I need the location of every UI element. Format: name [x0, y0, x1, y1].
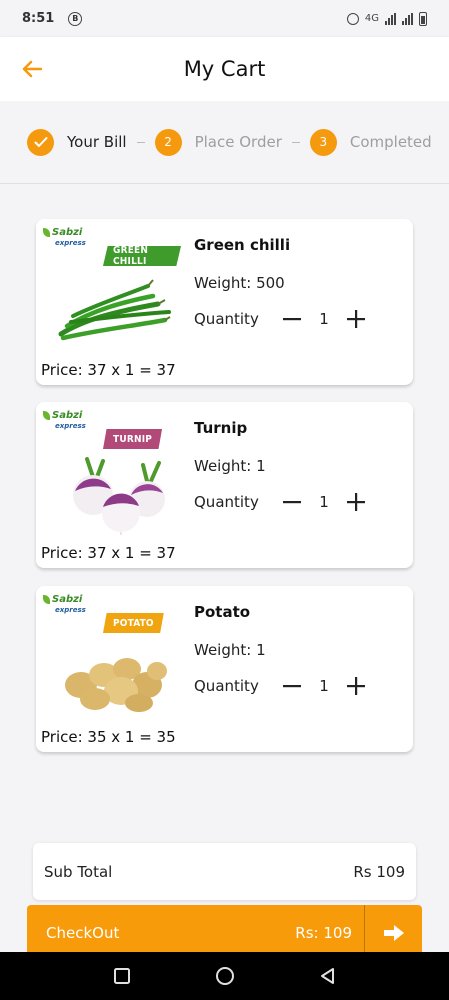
subtotal-label: Sub Total [44, 862, 113, 881]
item-weight: Weight: 500 [194, 274, 285, 292]
product-tag: TURNIP [103, 429, 163, 449]
plus-icon [347, 677, 365, 695]
alarm-icon [346, 12, 359, 25]
increase-quantity-button[interactable] [344, 491, 368, 513]
turnip-illustration [73, 457, 165, 535]
back-button[interactable] [18, 55, 46, 83]
product-tag: GREEN CHILLI [103, 246, 181, 266]
page-title: My Cart [183, 57, 266, 81]
status-icons: 4G [346, 11, 427, 26]
checkout-label: CheckOut [46, 923, 120, 942]
subtotal-value: Rs 109 [353, 862, 405, 881]
item-name: Green chilli [194, 236, 291, 254]
back-arrow-icon [22, 60, 42, 78]
chilli-illustration [58, 279, 171, 341]
increase-quantity-button[interactable] [344, 675, 368, 697]
green-chilli-image: Sabzi express GREEN CHILLI [41, 224, 181, 352]
message-icon: B [68, 11, 83, 26]
network-type: 4G [364, 13, 379, 24]
step-done-icon [27, 128, 54, 156]
signal-icon-2 [402, 12, 413, 25]
triangle-back-icon [320, 968, 334, 984]
quantity-label: Quantity [194, 677, 259, 695]
item-price: Price: 37 x 1 = 37 [41, 544, 176, 562]
app-header: My Cart [0, 37, 449, 101]
brand-logo: Sabzi express [43, 411, 86, 431]
status-bar: 8:51 B 4G [0, 0, 449, 37]
step-number: 3 [309, 128, 337, 156]
increase-quantity-button[interactable] [344, 308, 368, 330]
circle-icon [215, 967, 234, 985]
quantity-value: 1 [319, 310, 329, 328]
product-tag: POTATO [103, 613, 164, 633]
quantity-stepper: Quantity 1 [194, 491, 368, 513]
cart-item: Sabzi express POTATO Potato Weight: 1 Qua… [36, 586, 413, 752]
subtotal-row: Sub Total Rs 109 [33, 843, 416, 900]
step-label: Completed [349, 133, 432, 151]
checkout-stepper: Your Bill 2 Place Order 3 Completed [0, 101, 449, 184]
step-place-order: 2 Place Order [154, 128, 282, 156]
cart-item: Sabzi express GREEN CHILLI Green chilli W… [36, 219, 413, 385]
quantity-value: 1 [319, 677, 329, 695]
quantity-stepper: Quantity 1 [194, 675, 368, 697]
step-your-bill: Your Bill [27, 128, 127, 156]
item-price: Price: 37 x 1 = 37 [41, 361, 176, 379]
decrease-quantity-button[interactable] [280, 308, 304, 330]
quantity-stepper: Quantity 1 [194, 308, 368, 330]
item-name: Turnip [194, 419, 248, 437]
square-icon [113, 968, 130, 984]
item-price: Price: 35 x 1 = 35 [41, 728, 176, 746]
step-label: Your Bill [67, 133, 127, 151]
plus-icon [347, 493, 365, 511]
plus-icon [347, 310, 365, 328]
quantity-label: Quantity [194, 493, 259, 511]
brand-logo: Sabzi express [43, 595, 86, 615]
quantity-label: Quantity [194, 310, 259, 328]
minus-icon [283, 685, 301, 688]
step-number: 2 [154, 128, 182, 156]
step-label: Place Order [194, 133, 282, 151]
item-name: Potato [194, 603, 251, 621]
system-nav-bar [0, 952, 449, 1000]
minus-icon [283, 318, 301, 321]
turnip-image: Sabzi express TURNIP [41, 407, 181, 535]
system-back-button[interactable] [317, 965, 339, 987]
signal-icon [385, 12, 396, 25]
quantity-value: 1 [319, 493, 329, 511]
cart-item: Sabzi express TURNIP Turnip Weight: 1 Qua… [36, 402, 413, 568]
potato-illustration [65, 658, 167, 712]
recents-button[interactable] [111, 965, 133, 987]
decrease-quantity-button[interactable] [280, 675, 304, 697]
battery-icon [419, 11, 427, 26]
item-weight: Weight: 1 [194, 457, 266, 475]
home-button[interactable] [214, 965, 236, 987]
item-weight: Weight: 1 [194, 641, 266, 659]
decrease-quantity-button[interactable] [280, 491, 304, 513]
step-separator [136, 141, 145, 143]
status-time: 8:51 [22, 11, 55, 26]
step-completed: 3 Completed [309, 128, 432, 156]
brand-logo: Sabzi express [43, 228, 86, 248]
minus-icon [283, 501, 301, 504]
checkout-amount: Rs: 109 [295, 923, 352, 942]
potato-image: Sabzi express POTATO [41, 591, 181, 719]
step-separator [291, 141, 300, 143]
